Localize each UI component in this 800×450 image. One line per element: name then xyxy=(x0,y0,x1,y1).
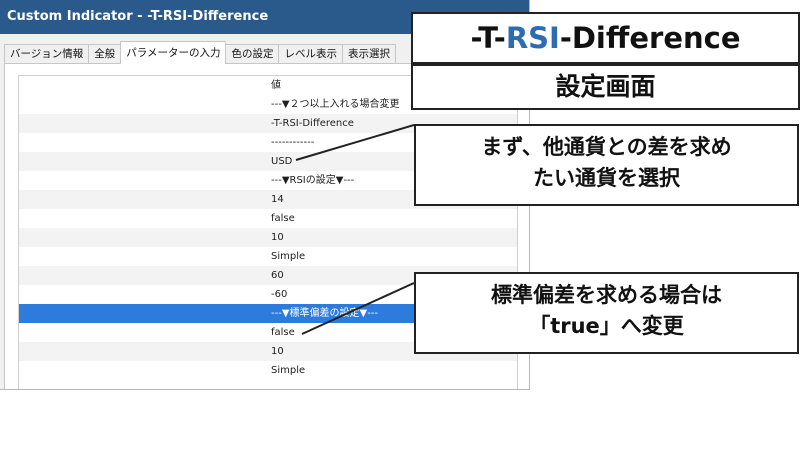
title-part-1: -T- xyxy=(470,21,506,55)
subtitle-banner: 設定画面 xyxy=(411,64,800,110)
tab-bar: バージョン情報 全般 パラメーターの入力 色の設定 レベル表示 表示選択 xyxy=(4,41,396,64)
tab-version-info[interactable]: バージョン情報 xyxy=(4,44,90,64)
tab-general[interactable]: 全般 xyxy=(88,44,122,64)
note-stddev: 標準偏差を求める場合は 「true」へ変更 xyxy=(414,272,799,354)
parameter-value[interactable]: ---▼標準偏差の設定▼--- xyxy=(271,308,378,319)
note1-line2: たい通貨を選択 xyxy=(533,166,680,190)
tab-parameters[interactable]: パラメーターの入力 xyxy=(120,41,227,64)
parameter-row[interactable]: MA期間10 xyxy=(19,228,517,247)
indicator-title-banner: -T-RSI-Difference xyxy=(411,12,800,64)
parameter-value[interactable]: 10 xyxy=(271,346,284,357)
parameter-row[interactable]: 平均化タイプSimple xyxy=(19,361,517,380)
parameter-value[interactable]: 14 xyxy=(271,194,284,205)
tab-levels[interactable]: レベル表示 xyxy=(278,44,343,64)
parameter-value[interactable]: 60 xyxy=(271,270,284,281)
parameter-value[interactable]: ------------ xyxy=(271,137,314,148)
parameter-value[interactable]: false xyxy=(271,327,295,338)
parameter-value[interactable]: 10 xyxy=(271,232,284,243)
parameter-value[interactable]: USD xyxy=(271,156,292,167)
parameter-value[interactable]: Simple xyxy=(271,251,305,262)
tab-visualization[interactable]: 表示選択 xyxy=(341,44,396,64)
tab-colors[interactable]: 色の設定 xyxy=(225,44,280,64)
note2-line1: 標準偏差を求める場合は xyxy=(491,283,722,307)
parameter-value[interactable]: false xyxy=(271,213,295,224)
note2-line2: 「true」へ変更 xyxy=(529,314,684,338)
note1-line1: まず、他通貨との差を求め xyxy=(481,135,732,159)
parameter-value[interactable]: ---▼RSIの設定▼--- xyxy=(271,175,354,186)
parameter-value[interactable]: ---▼２つ以上入れる場合変更 xyxy=(271,99,400,110)
title-part-rsi: RSI xyxy=(505,21,560,55)
parameter-value[interactable]: Simple xyxy=(271,365,305,376)
title-part-3: -Difference xyxy=(559,21,741,55)
header-value: 値 xyxy=(271,80,281,91)
parameter-value[interactable]: -T-RSI-Difference xyxy=(271,118,354,129)
parameter-row[interactable]: 平均化タイプSimple xyxy=(19,247,517,266)
note-target-currency: まず、他通貨との差を求め たい通貨を選択 xyxy=(414,124,799,206)
parameter-row[interactable]: MA化false xyxy=(19,209,517,228)
parameter-value[interactable]: -60 xyxy=(271,289,287,300)
